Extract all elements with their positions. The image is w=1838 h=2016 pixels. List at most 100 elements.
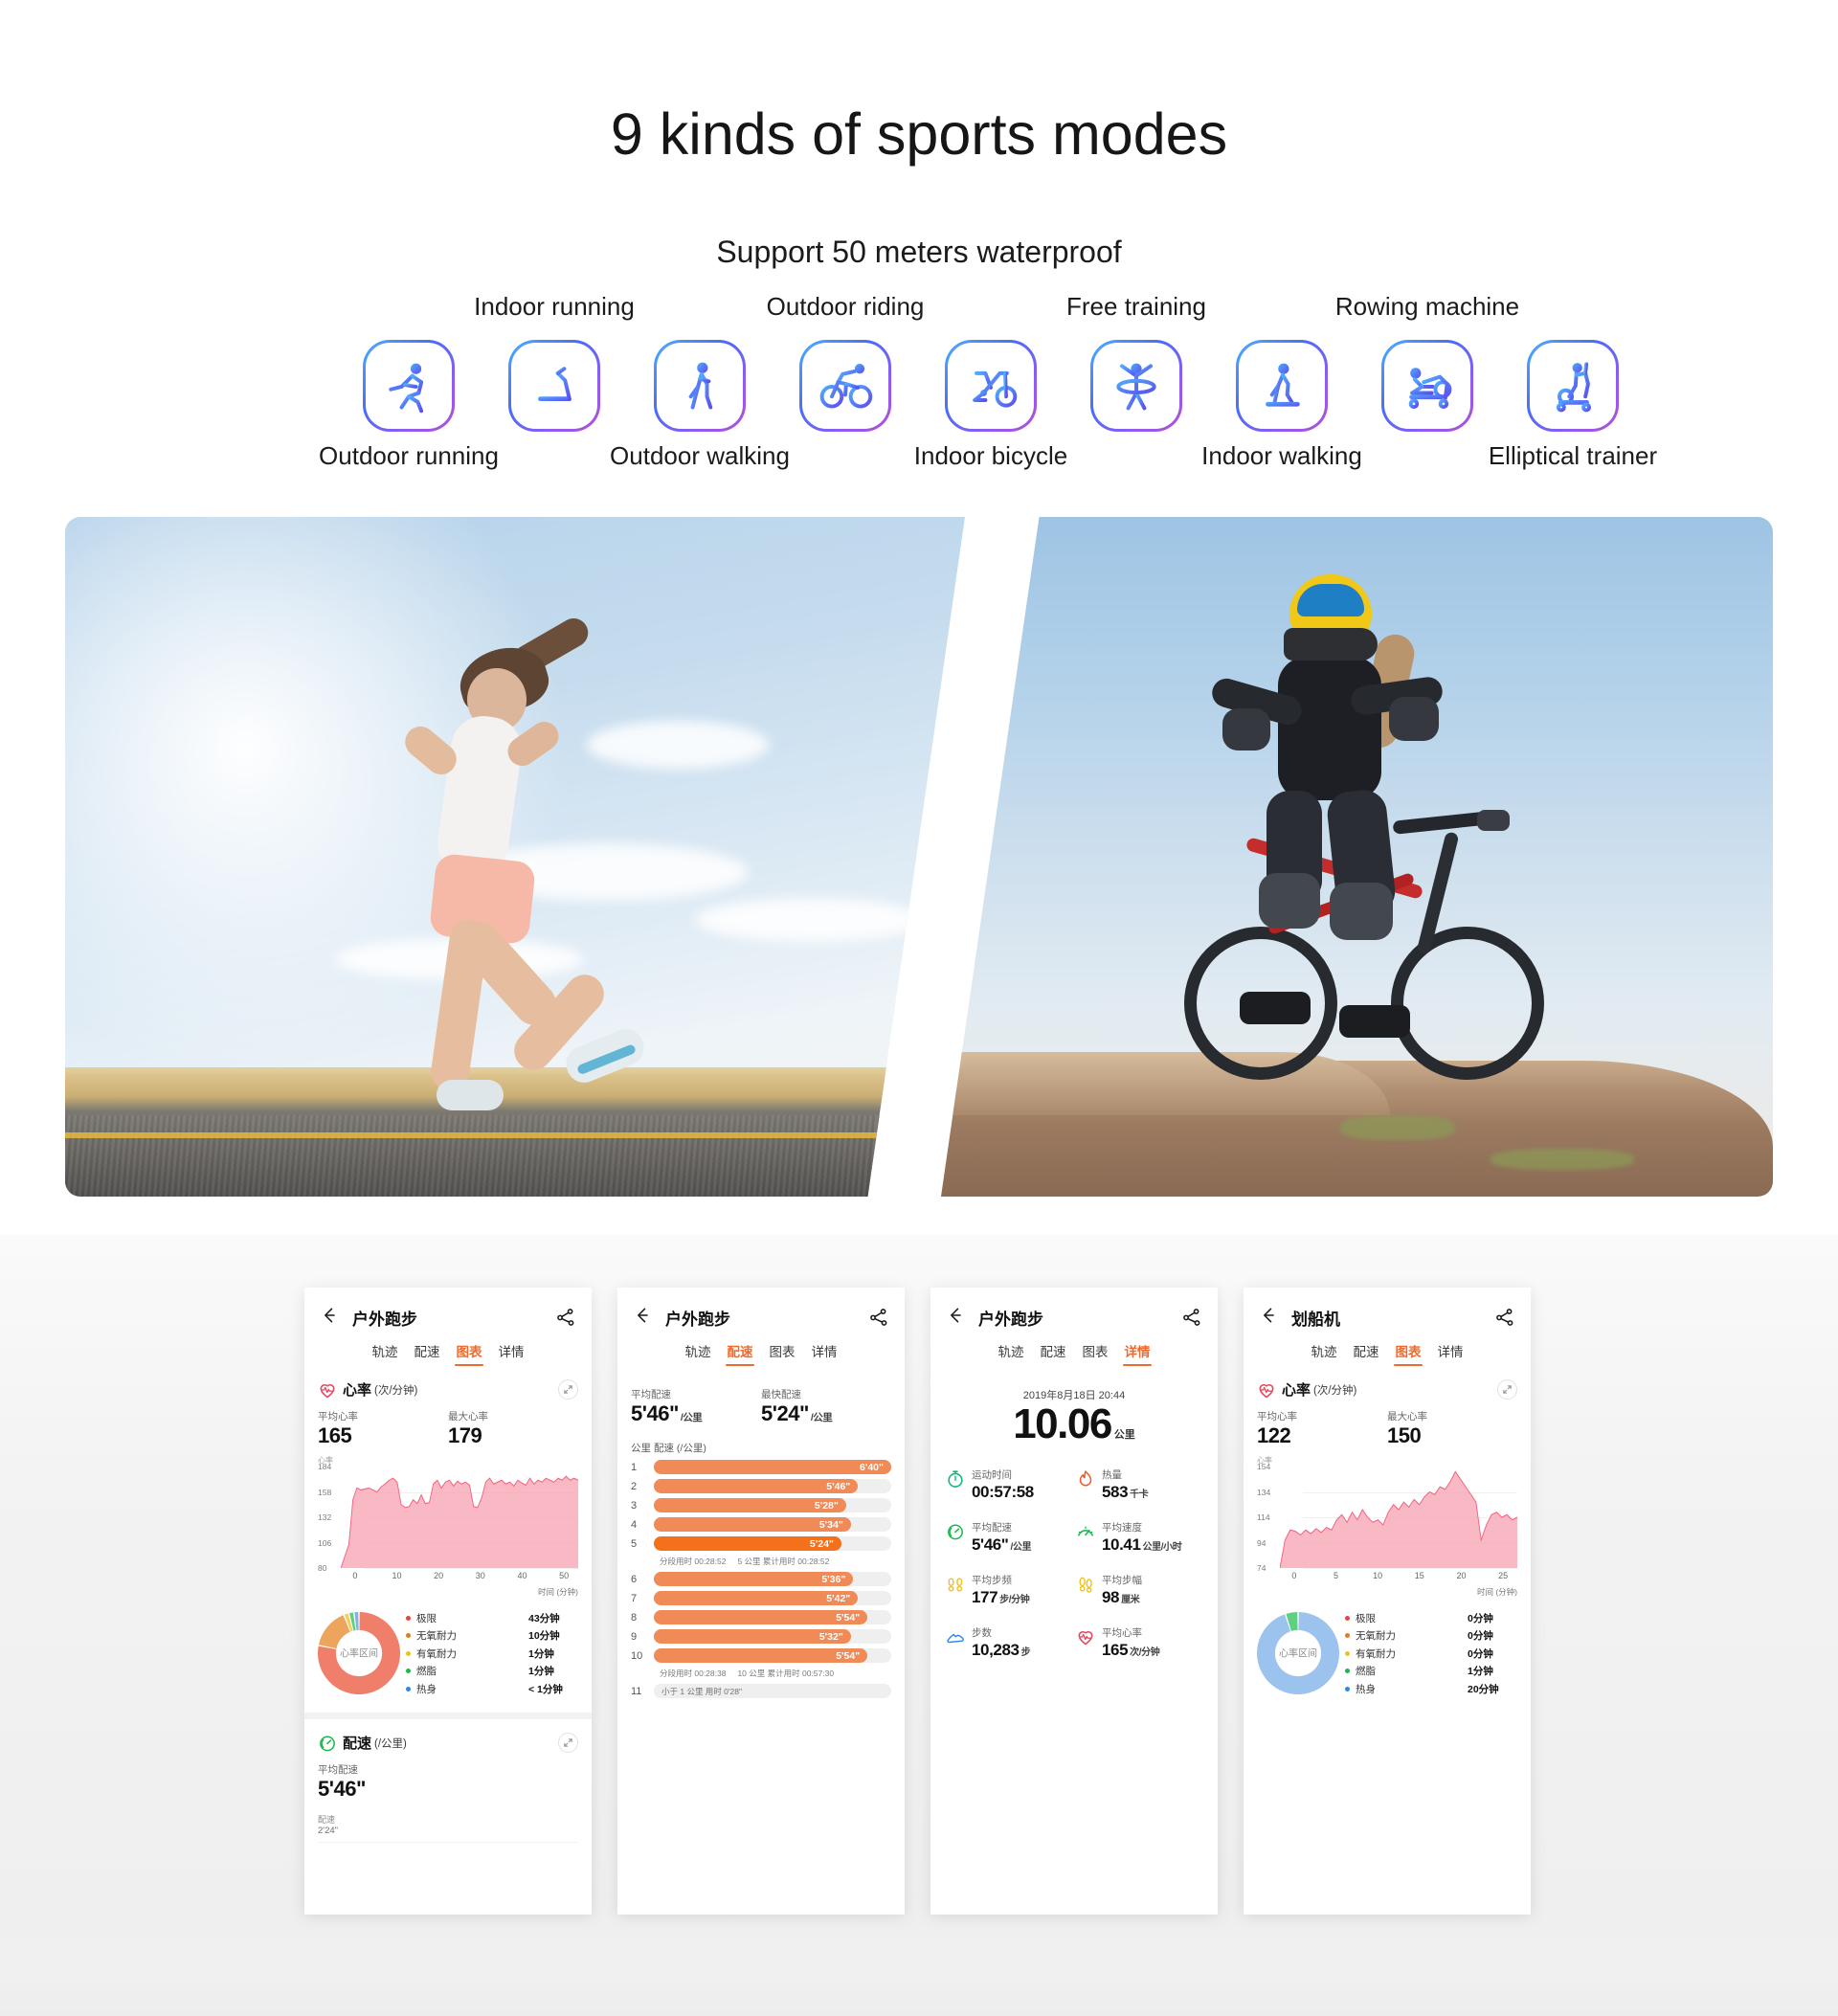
back-arrow-icon[interactable] [320, 1306, 348, 1329]
metric-label: 运动时间 [972, 1469, 1012, 1481]
distance-display: 10.06 公里 [944, 1400, 1204, 1448]
stat-value: 179 [448, 1423, 482, 1447]
phone-detail-running[interactable]: 户外跑步 轨迹 配速 图表 详情 2019年8月18日 20:44 10.06 公里 运动时间 0… [930, 1288, 1218, 1915]
treadmill-icon[interactable] [508, 340, 600, 432]
zone-row: 极限 0分钟 [1345, 1611, 1517, 1625]
section-unit: (次/分钟) [374, 1384, 418, 1397]
zone-name: 热身 [1356, 1683, 1376, 1695]
phone-tabs: 轨迹 配速 图表 详情 [930, 1341, 1218, 1366]
phone-tab[interactable]: 配速 [1354, 1341, 1379, 1366]
stat-label: 平均配速 [631, 1389, 671, 1400]
zone-dot [1345, 1633, 1350, 1639]
pace-row: 8 5'54" [631, 1610, 891, 1625]
zone-value: 1分钟 [1468, 1666, 1493, 1678]
hr-y-tick: 154 [1257, 1462, 1271, 1472]
share-icon[interactable] [1181, 1307, 1202, 1328]
outdoor-walking-icon[interactable] [654, 340, 746, 432]
stat-value: 150 [1387, 1423, 1422, 1447]
pace-km-index: 11 [631, 1685, 642, 1697]
hr-x-tick: 20 [434, 1571, 444, 1581]
phone-tab[interactable]: 轨迹 [685, 1341, 711, 1366]
phone-tab[interactable]: 轨迹 [1311, 1341, 1337, 1366]
pace-value: 5'54" [836, 1611, 861, 1624]
section-name: 配速 [343, 1736, 372, 1753]
section-name: 心率 [343, 1382, 372, 1399]
phone-chart-running[interactable]: 户外跑步 轨迹 配速 图表 详情 心率 (次/分钟) 平均心率 165 最大心率 179 心率 184 1… [304, 1288, 592, 1915]
zone-dot [1345, 1669, 1350, 1674]
metric-cell: 热量 583 千卡 [1074, 1466, 1204, 1502]
page-subtitle: Support 50 meters waterproof [716, 235, 1122, 269]
pace-value: 5'28" [814, 1499, 839, 1512]
pace-table-header: 公里 配速 (/公里) [631, 1441, 891, 1455]
phone-chart-rowing[interactable]: 划船机 轨迹 配速 图表 详情 心率 (次/分钟) 平均心率 122 最大心率 150 心率 154 13… [1244, 1288, 1531, 1915]
hr-y-tick: 80 [318, 1563, 327, 1574]
indoor-walking-icon[interactable] [1236, 340, 1328, 432]
phone-title: 户外跑步 [665, 1310, 730, 1329]
rowing-machine-icon[interactable] [1381, 340, 1473, 432]
phone-tab[interactable]: 详情 [499, 1341, 525, 1366]
phone-tab[interactable]: 配速 [415, 1341, 440, 1366]
phone-tab[interactable]: 配速 [1041, 1341, 1066, 1366]
free-training-icon[interactable] [1090, 340, 1182, 432]
pace-bar-track: 小于 1 公里 用时 0'28" [654, 1684, 891, 1699]
zone-row: 燃脂 1分钟 [1345, 1664, 1517, 1678]
share-icon[interactable] [555, 1307, 576, 1328]
phone-tab[interactable]: 图表 [1083, 1341, 1109, 1366]
heart-rate-chart: 心率 184 158 132 106 80 0 10 20 30 40 50 时间 (分钟) [318, 1455, 578, 1598]
hr-y-tick: 106 [318, 1537, 332, 1548]
pace-bar-track: 6'40" [654, 1460, 891, 1475]
zone-value: 20分钟 [1468, 1683, 1499, 1695]
phone-tab[interactable]: 轨迹 [372, 1341, 398, 1366]
metric-value: 98 厘米 [1102, 1588, 1140, 1606]
phone-tab[interactable]: 配速 [728, 1341, 753, 1366]
stat-label: 平均配速 [318, 1764, 358, 1777]
pace-row: 3 5'28" [631, 1498, 891, 1513]
back-arrow-icon[interactable] [1259, 1306, 1288, 1329]
expand-icon[interactable] [558, 1379, 578, 1400]
phone-tab[interactable]: 图表 [1396, 1341, 1422, 1366]
zone-name: 极限 [1356, 1612, 1376, 1624]
phone-pace-running[interactable]: 户外跑步 轨迹 配速 图表 详情 平均配速 5'46"/公里 最快配速 5'24"/公里 公里 配速… [617, 1288, 905, 1915]
pace-km-index: 8 [631, 1611, 638, 1624]
share-icon[interactable] [868, 1307, 889, 1328]
phone-tab[interactable]: 详情 [812, 1341, 838, 1366]
hr-x-tick: 10 [392, 1571, 402, 1581]
stopwatch-icon [946, 1469, 965, 1489]
phone-tab[interactable]: 轨迹 [998, 1341, 1024, 1366]
expand-icon[interactable] [1497, 1379, 1517, 1400]
zone-name: 燃脂 [416, 1666, 437, 1678]
hr-x-tick: 0 [1291, 1571, 1297, 1581]
heart-rate-icon [1257, 1380, 1276, 1400]
phone-tabs: 轨迹 配速 图表 详情 [1244, 1341, 1531, 1366]
hr-x-tick: 25 [1498, 1571, 1509, 1581]
max-hr-stat: 最大心率 150 [1387, 1409, 1517, 1447]
outdoor-riding-icon[interactable] [799, 340, 891, 432]
hr-x-axis-label: 时间 (分钟) [1476, 1587, 1517, 1598]
phone-tab[interactable]: 详情 [1125, 1341, 1151, 1366]
pace-partial-text: 小于 1 公里 用时 0'28" [661, 1686, 742, 1696]
expand-icon[interactable] [558, 1733, 578, 1754]
outdoor-running-icon[interactable] [363, 340, 455, 432]
phone-tab[interactable]: 图表 [457, 1341, 482, 1366]
phone-screenshots: 户外跑步 轨迹 配速 图表 详情 心率 (次/分钟) 平均心率 165 最大心率 179 心率 184 1… [0, 1288, 1838, 1958]
share-icon[interactable] [1494, 1307, 1515, 1328]
pace-km-index: 10 [631, 1649, 643, 1662]
pace-row: 6 5'36" [631, 1572, 891, 1587]
pace-value: 5'54" [836, 1649, 861, 1662]
pace-bar-track: 5'54" [654, 1648, 891, 1664]
elliptical-trainer-icon[interactable] [1527, 340, 1619, 432]
hr-y-tick: 94 [1257, 1537, 1266, 1548]
hr-y-tick: 158 [318, 1487, 332, 1497]
pace-col-km: 公里 [631, 1443, 651, 1455]
metric-cell: 步数 10,283 步 [944, 1624, 1074, 1660]
zone-value: 10分钟 [528, 1630, 560, 1643]
phone-tab[interactable]: 图表 [770, 1341, 796, 1366]
phone-tab[interactable]: 详情 [1438, 1341, 1464, 1366]
photo-outdoor-running [65, 517, 965, 1197]
back-arrow-icon[interactable] [633, 1306, 661, 1329]
heart-rate-section: 心率 (次/分钟) 平均心率 122 最大心率 150 心率 154 134 114 94 74 0 5 1… [1244, 1379, 1531, 1699]
svg-text:心率区间: 心率区间 [1279, 1647, 1317, 1660]
indoor-bicycle-icon[interactable] [945, 340, 1037, 432]
phone-bottom-fade [930, 1828, 1218, 1915]
back-arrow-icon[interactable] [946, 1306, 975, 1329]
